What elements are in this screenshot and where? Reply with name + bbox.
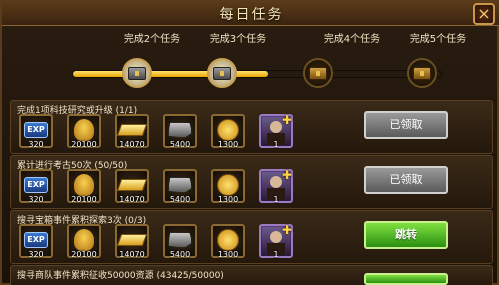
reward-grain[interactable]: 20100 [67,224,101,259]
task-window: 每日任务 × 完成2个任务 完成3个任务 完成4个任务 完成5个任务 完成1项科… [0,0,499,285]
gold-bar-icon [116,178,148,191]
exp-icon: EXP [24,121,48,138]
reward-count: 1300 [217,250,239,259]
silver-chest-icon[interactable] [122,58,152,88]
title-bar: 每日任务 × [2,2,499,26]
reward-grain[interactable]: 20100 [67,114,101,149]
reward-count: 14070 [119,250,145,259]
reward-exp[interactable]: EXP 320 [19,114,53,149]
milestone-label-1: 完成2个任务 [123,34,181,45]
reward-count: 1 [273,140,279,149]
reward-count: 20100 [71,140,97,149]
task-row: 搜寻商队事件累积征收50000资源 (43425/50000) [10,265,493,285]
milestone-label-4: 完成5个任务 [409,34,467,45]
reward-count: 320 [28,140,44,149]
grain-icon [74,173,94,196]
silver-chest-icon[interactable] [207,58,237,88]
reward-iron[interactable]: 5400 [163,114,197,149]
reward-hero[interactable]: ✚ 1 [259,168,293,204]
claimed-button[interactable]: 已领取 [364,166,448,194]
task-title: 搜寻商队事件累积征收50000资源 (43425/50000) [17,271,224,281]
reward-count: 20100 [71,195,97,204]
reward-count: 1 [273,250,279,259]
milestone-bar: 完成2个任务 完成3个任务 完成4个任务 完成5个任务 [62,26,466,98]
grain-icon [74,118,94,141]
gold-coin-icon [217,173,239,196]
reward-coin[interactable]: 1300 [211,114,245,149]
task-row: 累计进行考古50次 (50/50) EXP 320 20100 14070 540… [10,155,493,209]
reward-count: 14070 [119,140,145,149]
plus-icon: ✚ [281,113,292,127]
reward-count: 320 [28,195,44,204]
reward-count: 20100 [71,250,97,259]
window-title: 每日任务 [219,7,284,23]
reward-gold-bar[interactable]: 14070 [115,114,149,149]
go-button[interactable] [364,273,448,285]
reward-iron[interactable]: 5400 [163,169,197,204]
reward-coin[interactable]: 1300 [211,169,245,204]
reward-count: 5400 [169,140,191,149]
iron-ore-icon [168,176,192,193]
reward-exp[interactable]: EXP 320 [19,169,53,204]
gold-chest-icon[interactable] [303,58,333,88]
reward-grain[interactable]: 20100 [67,169,101,204]
reward-hero[interactable]: ✚ 1 [259,113,293,149]
reward-coin[interactable]: 1300 [211,224,245,259]
reward-count: 320 [28,250,44,259]
reward-count: 5400 [169,195,191,204]
milestone-label-3: 完成4个任务 [323,34,381,45]
reward-count: 1300 [217,195,239,204]
reward-count: 14070 [119,195,145,204]
claimed-button[interactable]: 已领取 [364,111,448,139]
reward-gold-bar[interactable]: 14070 [115,169,149,204]
gold-coin-icon [217,228,239,251]
close-icon[interactable]: × [473,3,495,25]
iron-ore-icon [168,121,192,138]
exp-icon: EXP [24,231,48,248]
reward-count: 1300 [217,140,239,149]
reward-iron[interactable]: 5400 [163,224,197,259]
progress-fill [73,71,269,77]
gold-bar-icon [116,233,148,246]
reward-count: 5400 [169,250,191,259]
task-row: 搜寻宝箱事件累积探索3次 (0/3) EXP 320 20100 14070 54… [10,210,493,264]
reward-count: 1 [273,195,279,204]
go-button[interactable]: 跳转 [364,221,448,249]
gold-coin-icon [217,118,239,141]
gold-bar-icon [116,123,148,136]
reward-hero[interactable]: ✚ 1 [259,223,293,259]
gold-chest-icon[interactable] [407,58,437,88]
task-row: 完成1项科技研究或升级 (1/1) EXP 320 20100 14070 540… [10,100,493,154]
exp-icon: EXP [24,176,48,193]
plus-icon: ✚ [281,223,292,237]
milestone-label-2: 完成3个任务 [209,34,267,45]
reward-exp[interactable]: EXP 320 [19,224,53,259]
grain-icon [74,228,94,251]
reward-gold-bar[interactable]: 14070 [115,224,149,259]
iron-ore-icon [168,231,192,248]
plus-icon: ✚ [281,168,292,182]
